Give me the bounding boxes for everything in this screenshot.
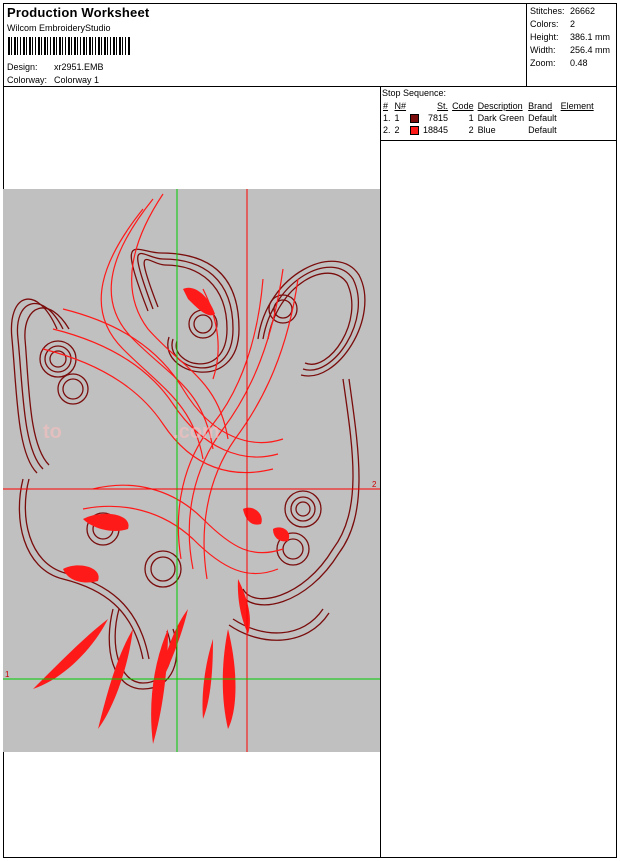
- row-description: Dark Green: [477, 113, 525, 123]
- height-label: Height:: [530, 32, 559, 42]
- row-num: 2.: [383, 125, 391, 135]
- software-name: Wilcom EmbroideryStudio: [7, 23, 111, 33]
- stitches-value: 26662: [570, 6, 596, 16]
- width-value: 256.4 mm: [570, 45, 611, 55]
- marker-left-label: 1: [5, 670, 10, 679]
- col-description: Description: [477, 101, 523, 111]
- width-label: Width:: [530, 45, 556, 55]
- color-swatch: [410, 126, 420, 136]
- stop-sequence-title: Stop Sequence:: [382, 88, 447, 98]
- header-divider: [3, 86, 617, 87]
- row-st: 7815: [428, 113, 449, 123]
- row-st: 18845: [423, 125, 449, 135]
- watermark-text: to .com: [43, 421, 220, 443]
- barcode: [8, 37, 130, 55]
- colorway-label: Colorway:: [7, 75, 48, 85]
- row-num: 1.: [383, 113, 391, 123]
- row-code: 2: [468, 125, 474, 135]
- colors-value: 2: [570, 19, 576, 29]
- colorway-value: Colorway 1: [54, 75, 100, 85]
- page-title: Production Worksheet: [7, 5, 150, 20]
- row-brand: Default: [528, 125, 557, 135]
- col-code: Code: [452, 101, 474, 111]
- colorway-row: Colorway: Colorway 1: [7, 75, 99, 85]
- row-n: 2: [394, 125, 400, 135]
- red-fill-shapes: [33, 287, 290, 744]
- row-element: [559, 124, 596, 136]
- col-n: N#: [394, 101, 407, 111]
- design-label: Design:: [7, 62, 38, 72]
- design-preview: 2 1 to .com: [3, 189, 380, 752]
- colors-label: Colors:: [530, 19, 559, 29]
- panel-divider: [380, 86, 381, 858]
- design-row: Design: xr2951.EMB: [7, 62, 104, 72]
- col-swatch: [408, 100, 421, 112]
- col-brand: Brand: [528, 101, 553, 111]
- table-row: 1. 1 7815 1 Dark Green Default: [381, 112, 596, 124]
- table-row: 2. 2 18845 2 Blue Default: [381, 124, 596, 136]
- row-n: 1: [394, 113, 400, 123]
- row-element: [559, 112, 596, 124]
- stop-table-divider: [380, 140, 617, 141]
- stats-panel: Stitches: 26662 Colors: 2 Height: 386.1 mm …: [530, 5, 610, 70]
- table-header-row: # N# St. Code Description Brand Element: [381, 100, 596, 112]
- embroidery-design-image: [3, 189, 380, 752]
- col-num: #: [383, 101, 389, 111]
- stop-sequence-table: # N# St. Code Description Brand Element …: [381, 100, 596, 136]
- row-brand: Default: [528, 113, 557, 123]
- color-swatch: [410, 114, 420, 124]
- stats-divider: [526, 3, 527, 86]
- row-description: Blue: [477, 125, 496, 135]
- height-value: 386.1 mm: [570, 32, 611, 42]
- marker-right-label: 2: [372, 480, 377, 489]
- row-code: 1: [468, 113, 474, 123]
- design-value: xr2951.EMB: [54, 62, 104, 72]
- zoom-label: Zoom:: [530, 58, 556, 68]
- zoom-value: 0.48: [570, 58, 588, 68]
- col-element: Element: [560, 101, 594, 111]
- stitches-label: Stitches:: [530, 6, 565, 16]
- col-st: St.: [437, 101, 449, 111]
